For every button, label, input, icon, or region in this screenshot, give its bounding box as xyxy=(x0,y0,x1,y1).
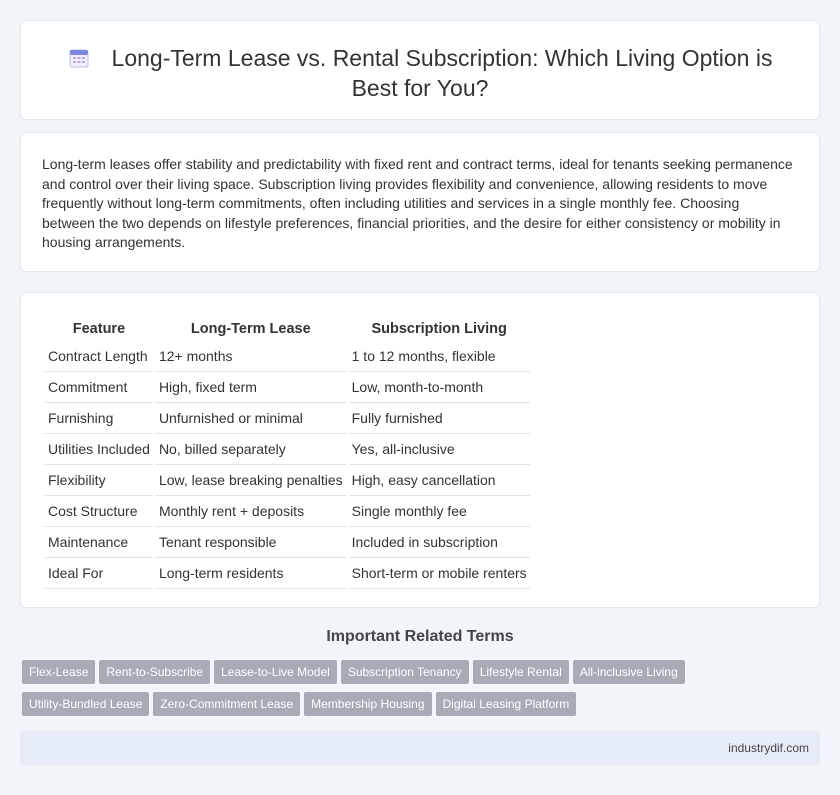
table-cell: Included in subscription xyxy=(348,527,530,558)
tag-link[interactable]: Digital Leasing Platform xyxy=(435,692,577,716)
comparison-card: Feature Long-Term Lease Subscription Liv… xyxy=(20,292,820,608)
tag-link[interactable]: Lifestyle Rental xyxy=(472,660,569,684)
table-cell: Long-term residents xyxy=(155,558,346,589)
table-cell: Commitment xyxy=(45,372,153,403)
table-cell: Tenant responsible xyxy=(155,527,346,558)
table-cell: Low, month-to-month xyxy=(348,372,530,403)
table-cell: High, fixed term xyxy=(155,372,346,403)
comparison-table: Feature Long-Term Lease Subscription Liv… xyxy=(42,313,533,589)
table-cell: Low, lease breaking penalties xyxy=(155,465,346,496)
table-cell: 12+ months xyxy=(155,341,346,372)
tag-link[interactable]: Flex-Lease xyxy=(22,660,96,684)
table-cell: Ideal For xyxy=(45,558,153,589)
table-cell: Unfurnished or minimal xyxy=(155,403,346,434)
related-terms-heading: Important Related Terms xyxy=(326,628,514,645)
header-long-term-lease: Long-Term Lease xyxy=(190,321,311,337)
table-row: Cost Structure Monthly rent + deposits S… xyxy=(45,496,530,527)
table-cell: High, easy cancellation xyxy=(348,465,530,496)
title-card: Long-Term Lease vs. Rental Subscription:… xyxy=(20,20,820,120)
table-cell: No, billed separately xyxy=(155,434,346,465)
table-cell: Furnishing xyxy=(45,403,153,434)
footer: industrydif.com xyxy=(20,731,820,765)
table-row: Contract Length 12+ months 1 to 12 month… xyxy=(45,341,530,372)
page-title: Long-Term Lease vs. Rental Subscription:… xyxy=(21,43,819,103)
table-cell: Single monthly fee xyxy=(348,496,530,527)
header-subscription-living: Subscription Living xyxy=(371,321,507,337)
table-cell: 1 to 12 months, flexible xyxy=(348,341,530,372)
intro-paragraph: Long-term leases offer stability and pre… xyxy=(42,156,793,250)
table-header-row: Feature Long-Term Lease Subscription Liv… xyxy=(45,313,530,341)
tag-link[interactable]: Lease-to-Live Model xyxy=(214,660,337,684)
header-feature: Feature xyxy=(72,321,126,337)
table-row: Flexibility Low, lease breaking penaltie… xyxy=(45,465,530,496)
tag-link[interactable]: Membership Housing xyxy=(304,692,432,716)
intro-card: Long-term leases offer stability and pre… xyxy=(20,132,820,272)
tag-link[interactable]: Rent-to-Subscribe xyxy=(99,660,211,684)
related-terms-tags: Flex-Lease Rent-to-Subscribe Lease-to-Live… xyxy=(22,660,722,724)
table-cell: Cost Structure xyxy=(45,496,153,527)
tag-link[interactable]: Zero-Commitment Lease xyxy=(153,692,301,716)
footer-site-link[interactable]: industrydif.com xyxy=(728,741,809,755)
table-row: Ideal For Long-term residents Short-term… xyxy=(45,558,530,589)
table-cell: Monthly rent + deposits xyxy=(155,496,346,527)
tag-link[interactable]: Utility-Bundled Lease xyxy=(22,692,150,716)
table-row: Commitment High, fixed term Low, month-t… xyxy=(45,372,530,403)
table-row: Utilities Included No, billed separately… xyxy=(45,434,530,465)
table-cell: Fully furnished xyxy=(348,403,530,434)
calendar-icon xyxy=(69,49,89,68)
table-cell: Short-term or mobile renters xyxy=(348,558,530,589)
table-cell: Maintenance xyxy=(45,527,153,558)
tag-link[interactable]: Subscription Tenancy xyxy=(340,660,469,684)
table-row: Maintenance Tenant responsible Included … xyxy=(45,527,530,558)
page-title-text: Long-Term Lease vs. Rental Subscription:… xyxy=(111,45,773,101)
table-cell: Yes, all-inclusive xyxy=(348,434,530,465)
table-cell: Flexibility xyxy=(45,465,153,496)
table-cell: Utilities Included xyxy=(45,434,153,465)
tag-link[interactable]: All-inclusive Living xyxy=(572,660,685,684)
table-cell: Contract Length xyxy=(45,341,153,372)
table-row: Furnishing Unfurnished or minimal Fully … xyxy=(45,403,530,434)
